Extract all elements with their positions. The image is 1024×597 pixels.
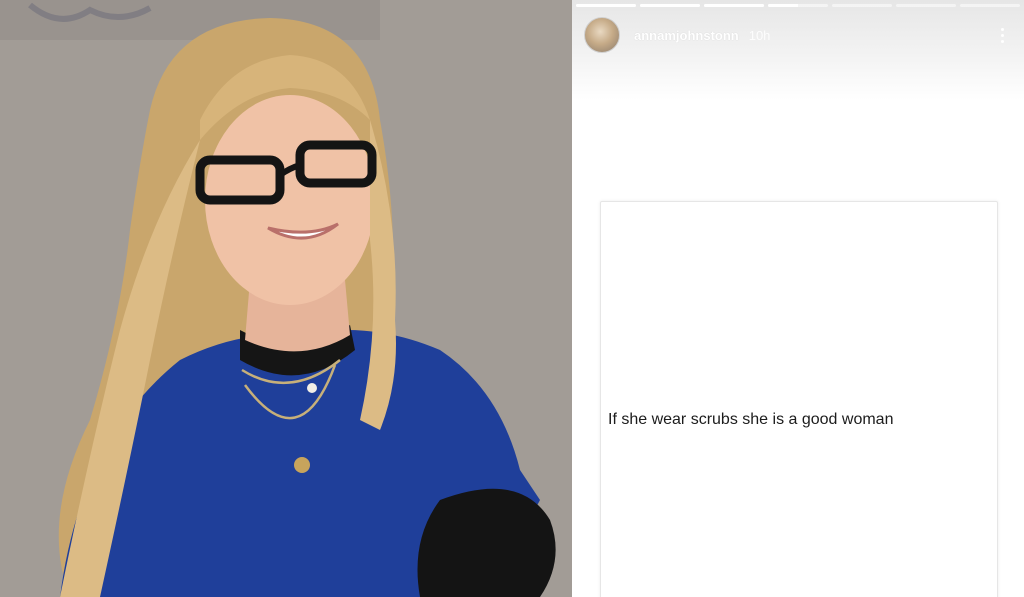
post-text: If she wear scrubs she is a good woman [608, 411, 894, 428]
progress-segment [704, 4, 764, 7]
progress-segment [576, 4, 636, 7]
story-header: annamjohnstonn 10h [584, 16, 1012, 54]
progress-segment [640, 4, 700, 7]
progress-fill [576, 4, 636, 7]
woman-photo [0, 0, 572, 597]
photo-panel [0, 0, 572, 597]
progress-fill [768, 4, 798, 7]
username[interactable]: annamjohnstonn [634, 28, 739, 43]
progress-segment [960, 4, 1020, 7]
progress-segment [896, 4, 956, 7]
progress-fill [640, 4, 700, 7]
progress-segment [768, 4, 828, 7]
story-panel: annamjohnstonn 10h If she wear scrubs sh… [572, 0, 1024, 597]
progress-segment [832, 4, 892, 7]
avatar[interactable] [584, 17, 620, 53]
post-card: If she wear scrubs she is a good woman [600, 201, 998, 597]
story-progress-bar [576, 4, 1020, 7]
timestamp: 10h [748, 27, 771, 43]
progress-fill [704, 4, 764, 7]
more-vertical-icon[interactable] [992, 21, 1012, 49]
